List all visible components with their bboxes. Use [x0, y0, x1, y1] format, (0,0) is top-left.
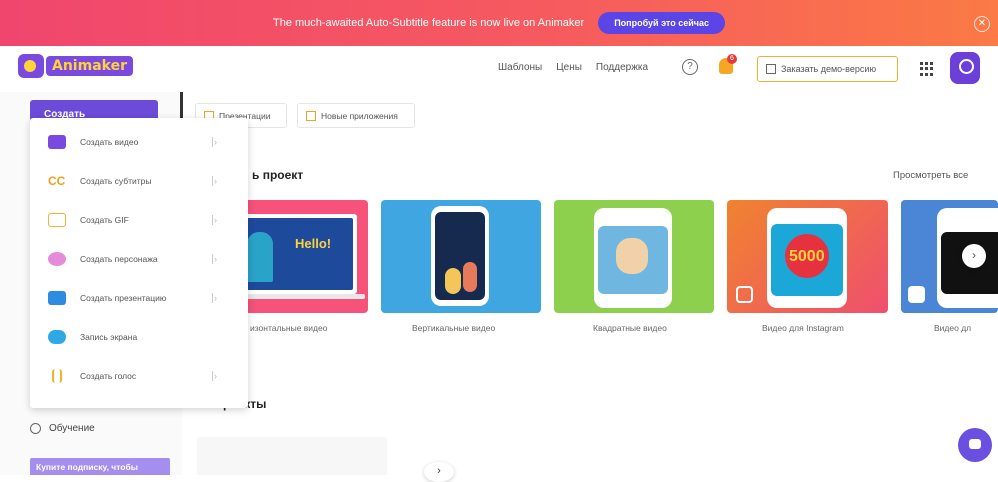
user-avatar[interactable]: [950, 52, 980, 84]
menu-divider: [212, 293, 213, 303]
hello-text: Hello!: [295, 236, 332, 251]
banner-message: The much-awaited Auto-Subtitle feature i…: [272, 17, 585, 29]
card-instagram-label: Видео для Instagram: [762, 323, 844, 333]
project-card[interactable]: [197, 437, 387, 475]
laptop-screen: Hello!: [237, 218, 353, 290]
notification-bell-icon[interactable]: 6: [719, 54, 737, 74]
menu-item-create-subtitles[interactable]: CC Создать субтитры ›: [30, 168, 248, 194]
nav-templates[interactable]: Шаблоны: [498, 62, 542, 73]
card-square-video[interactable]: [554, 200, 714, 313]
create-dropdown-menu: Создать видео › CC Создать субтитры › Со…: [30, 118, 248, 408]
nav-support[interactable]: Поддержка: [596, 62, 648, 73]
laptop-frame: Hello!: [233, 214, 357, 294]
instagram-icon: [736, 286, 753, 303]
carousel-next-icon[interactable]: ›: [962, 244, 986, 268]
card-horizontal-label: изонтальные видео: [250, 323, 328, 333]
menu-divider: [212, 137, 213, 147]
view-all-link[interactable]: Просмотреть все: [893, 170, 968, 181]
screen-record-icon: [48, 330, 66, 344]
card-instagram-video[interactable]: 5000: [727, 200, 888, 313]
tab-new-apps-label: Новые приложения: [321, 110, 398, 121]
announcement-banner: The much-awaited Auto-Subtitle feature i…: [0, 0, 998, 46]
menu-item-create-gif[interactable]: Создать GIF ›: [30, 207, 248, 233]
book-demo-button[interactable]: Заказать демо-версию: [757, 56, 898, 82]
notification-count-badge: 6: [727, 54, 737, 64]
chevron-right-icon: ›: [214, 254, 217, 264]
menu-item-label: Создать персонажа: [80, 254, 158, 264]
create-project-title: ь проект: [252, 168, 304, 182]
nav-pricing[interactable]: Цены: [556, 62, 582, 73]
presentation-icon: [48, 291, 66, 305]
new-apps-icon: [306, 110, 316, 121]
menu-item-create-presentation[interactable]: Создать презентацию ›: [30, 285, 248, 311]
try-now-button[interactable]: Попробуй это сейчас: [598, 12, 725, 34]
menu-item-screen-record[interactable]: Запись экрана: [30, 324, 248, 350]
chevron-right-icon: ›: [214, 215, 217, 225]
menu-item-create-video[interactable]: Создать видео ›: [30, 129, 248, 155]
menu-divider: [212, 215, 213, 225]
chevron-right-icon: ›: [214, 293, 217, 303]
book-demo-label: Заказать демо-версию: [781, 64, 877, 74]
card-vertical-label: Вертикальные видео: [412, 323, 496, 333]
likes-number: 5000: [789, 248, 825, 265]
character-figure: [445, 268, 461, 294]
logo-text: Animaker: [46, 56, 133, 76]
menu-item-label: Создать голос: [80, 371, 137, 381]
chevron-right-icon: ›: [214, 371, 217, 381]
phone-frame: [431, 206, 489, 306]
menu-item-label: Создать GIF: [80, 215, 129, 225]
child-photo: [616, 238, 648, 274]
facebook-icon: [908, 286, 925, 303]
menu-item-label: Запись экрана: [80, 332, 138, 342]
apps-grid-icon[interactable]: [920, 62, 934, 76]
tab-new-apps[interactable]: Новые приложения: [297, 103, 415, 128]
video-icon: [48, 135, 66, 149]
animaker-logo[interactable]: Animaker: [18, 54, 133, 78]
menu-item-create-character[interactable]: Создать персонажа ›: [30, 246, 248, 272]
sidebar-item-learning[interactable]: Обучение: [30, 423, 95, 434]
learning-label: Обучение: [49, 423, 95, 434]
phone-screen: [435, 212, 485, 300]
card-square-label: Квадратные видео: [593, 323, 667, 333]
menu-divider: [212, 254, 213, 264]
menu-item-create-voice[interactable]: Создать голос ›: [30, 363, 248, 389]
phone-frame: [594, 208, 672, 308]
character-icon: [48, 252, 66, 266]
character-figure: [247, 232, 273, 282]
subtitles-icon: CC: [48, 174, 66, 188]
projects-next-icon[interactable]: ›: [424, 462, 454, 482]
menu-divider: [212, 176, 213, 186]
top-header: Animaker Шаблоны Цены Поддержка ? 6 Зака…: [0, 46, 998, 92]
card-vertical-video[interactable]: [381, 200, 541, 313]
menu-divider: [212, 371, 213, 381]
gif-icon: [48, 213, 66, 227]
learning-icon: [30, 423, 41, 434]
main-nav: Шаблоны Цены Поддержка: [498, 62, 662, 73]
menu-item-label: Создать презентацию: [80, 293, 167, 303]
close-icon[interactable]: ✕: [974, 16, 990, 32]
calendar-icon: [766, 64, 776, 74]
voice-icon: [52, 369, 62, 383]
menu-item-label: Создать субтитры: [80, 176, 152, 186]
menu-item-label: Создать видео: [80, 137, 139, 147]
logo-mark-icon: [18, 54, 44, 78]
character-figure-2: [463, 262, 477, 292]
phone-screen: [598, 226, 668, 294]
subscribe-button[interactable]: Купите подписку, чтобы: [30, 458, 170, 475]
chat-support-icon[interactable]: [958, 428, 992, 462]
card-facebook-label: Видео дл: [934, 323, 972, 333]
phone-frame: 5000: [767, 208, 847, 308]
chevron-right-icon: ›: [214, 176, 217, 186]
chevron-right-icon: ›: [214, 137, 217, 147]
help-icon[interactable]: ?: [682, 59, 698, 75]
phone-screen: 5000: [771, 224, 843, 296]
